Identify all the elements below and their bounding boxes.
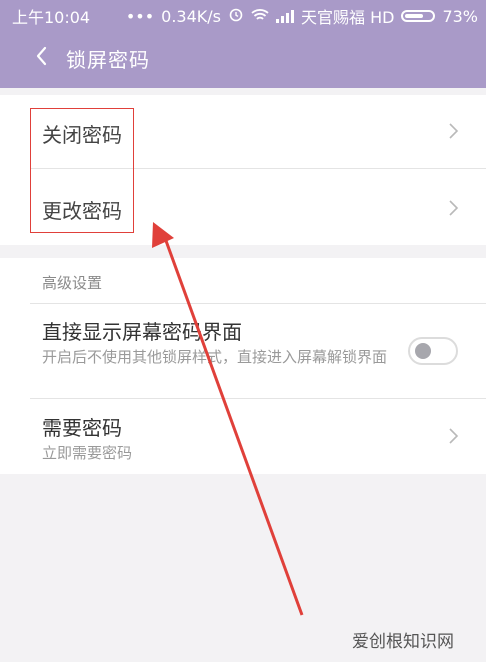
watermark-text: 爱创根知识网 bbox=[352, 632, 454, 652]
annotation-arrow bbox=[152, 222, 304, 616]
